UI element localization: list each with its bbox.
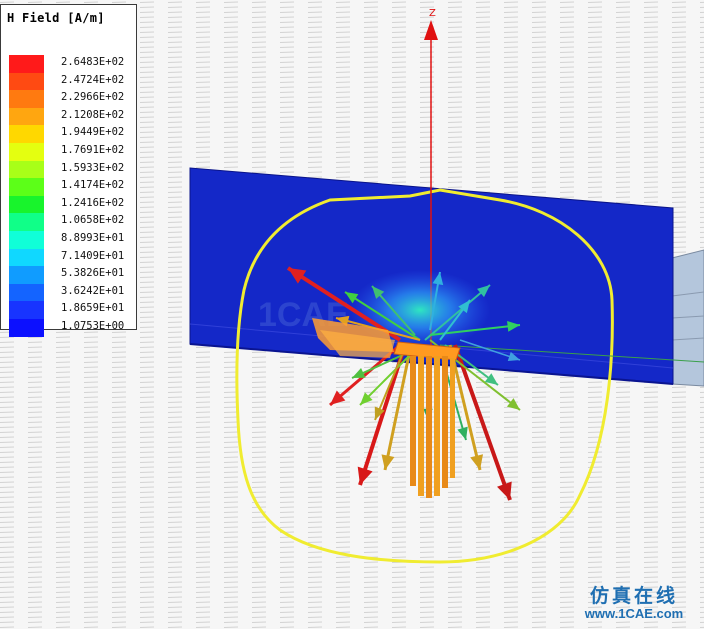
legend-value: 8.8993E+01 [61,232,125,244]
legend-value: 1.8659E+01 [61,302,125,315]
color-legend: H Field [A/m] 2.6483E+02 2.4724E+02 2.2966… [0,4,138,337]
legend-swatch [9,319,44,337]
legend-entry: 1.5933E+02 [1,160,138,179]
legend-swatch [9,55,44,73]
legend-swatch [9,178,44,197]
legend-entry: 1.0658E+02 [1,213,138,232]
legend-value: 7.1409E+01 [61,249,125,262]
legend-value: 1.2416E+02 [61,196,125,209]
legend-value: 1.0658E+02 [61,214,125,227]
legend-swatch [9,143,44,161]
legend-entry: 5.3826E+01 [1,266,138,285]
legend-title: H Field [A/m] [7,11,105,25]
legend-entry: 7.1409E+01 [1,248,138,267]
legend-swatch [9,266,44,285]
legend-value: 1.0753E+00 [61,320,125,332]
legend-swatch [9,125,44,144]
legend-swatch [9,283,44,302]
legend-value: 1.4174E+02 [61,179,125,192]
legend-value: 5.3826E+01 [61,267,125,280]
legend-value: 2.2966E+02 [61,91,125,104]
legend-entry: 1.0753E+00 [1,319,138,337]
legend-entry: 1.4174E+02 [1,178,138,197]
legend-entry: 2.4724E+02 [1,72,138,91]
legend-entry: 2.1208E+02 [1,107,138,126]
legend-swatch [9,107,44,126]
legend-swatch [9,248,44,267]
legend-entry: 8.8993E+01 [1,231,138,249]
legend-value: 2.6483E+02 [61,56,125,68]
3d-viewport[interactable]: 1CAE Z H Field [A/m] 2.6483E+02 2.4724E+… [0,0,704,629]
legend-entry: 2.6483E+02 [1,55,138,73]
legend-value: 1.9449E+02 [61,126,125,139]
legend-entry: 1.9449E+02 [1,125,138,144]
legend-value: 2.4724E+02 [61,73,125,86]
legend-swatch [9,160,44,179]
legend-value: 2.1208E+02 [61,108,125,121]
legend-value: 3.6242E+01 [61,284,125,297]
watermark-chinese: 仿真在线 [589,585,678,607]
legend-entry: 3.6242E+01 [1,283,138,302]
legend-swatch [9,72,44,91]
legend-entry: 1.2416E+02 [1,195,138,214]
legend-entry: 1.7691E+02 [1,143,138,161]
legend-swatch [9,301,44,320]
side-housing [671,249,704,387]
legend-swatch [9,231,44,249]
legend-swatch [9,90,44,109]
legend-value: 1.5933E+02 [61,161,125,174]
legend-entry: 2.2966E+02 [1,90,138,109]
watermark-url: www.1CAE.com [584,606,684,621]
legend-swatch [9,213,44,232]
z-axis-label: Z [429,8,436,19]
legend-swatch [9,195,44,214]
legend-value: 1.7691E+02 [61,144,125,156]
site-watermark: 仿真在线 www.1CAE.com [574,581,694,621]
legend-entry: 1.8659E+01 [1,301,138,320]
